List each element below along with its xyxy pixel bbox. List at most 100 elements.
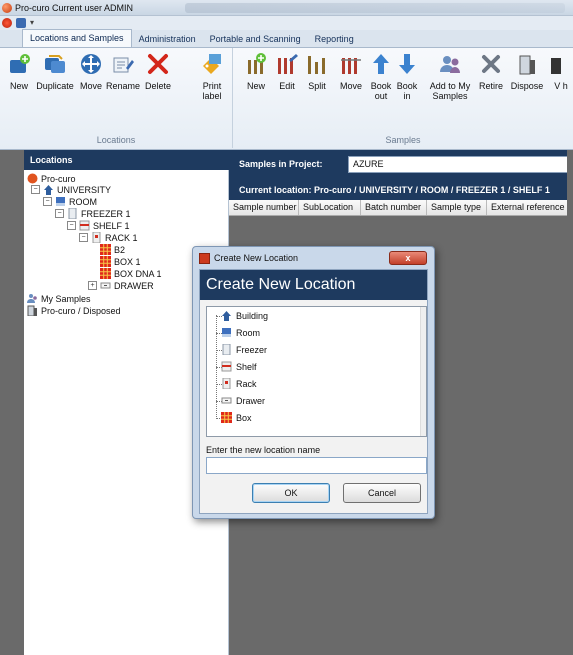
type-item-building[interactable]: Building xyxy=(221,310,268,321)
dialog-body: Create New Location Building Room Freeze… xyxy=(199,269,428,514)
type-item-shelf[interactable]: Shelf xyxy=(221,361,257,372)
edit-sample-icon xyxy=(275,52,299,76)
new-sample-button[interactable]: New xyxy=(244,52,268,91)
duplicate-button[interactable]: Duplicate xyxy=(34,52,76,91)
book-out-button[interactable]: Book out xyxy=(369,52,393,101)
my-samples-icon xyxy=(27,293,38,304)
location-name-input[interactable] xyxy=(206,457,427,474)
ribbon-group-locations: New Duplicate Move Rename Delete Print l… xyxy=(0,48,233,148)
tree-item-b2[interactable]: B2 xyxy=(100,244,125,255)
tree-expander[interactable]: − xyxy=(55,209,64,218)
tab-administration[interactable]: Administration xyxy=(132,31,203,47)
retire-button[interactable]: Retire xyxy=(477,52,505,91)
column-batch-number[interactable]: Batch number xyxy=(361,200,427,215)
print-label-button[interactable]: Print label xyxy=(198,52,226,101)
tree-expander[interactable]: − xyxy=(43,197,52,206)
column-sample-type[interactable]: Sample type xyxy=(427,200,487,215)
app-menu-icon[interactable] xyxy=(2,18,12,28)
book-out-icon xyxy=(369,52,393,76)
tree-item-box-dna-1[interactable]: BOX DNA 1 xyxy=(100,268,162,279)
new-location-button[interactable]: New xyxy=(6,52,32,91)
customize-dropdown-icon[interactable]: ▾ xyxy=(30,18,38,28)
ribbon-group-samples: New Edit Split Move Book out Book in Add… xyxy=(233,48,573,148)
project-select[interactable]: AZURE xyxy=(348,156,573,173)
add-to-my-samples-button[interactable]: Add to My Samples xyxy=(428,52,472,101)
delete-icon xyxy=(146,52,170,76)
book-in-icon xyxy=(395,52,419,76)
split-button[interactable]: Split xyxy=(305,52,329,91)
column-sample-number[interactable]: Sample number xyxy=(229,200,299,215)
column-sublocation[interactable]: SubLocation xyxy=(299,200,361,215)
tree-item-disposed[interactable]: Pro-curo / Disposed xyxy=(27,305,121,316)
tree-expander[interactable]: − xyxy=(31,185,40,194)
building-icon xyxy=(43,184,54,195)
ok-button[interactable]: OK xyxy=(252,483,330,503)
rack-icon xyxy=(221,378,232,389)
locations-panel-header: Locations xyxy=(24,150,229,170)
tree-item-freezer-1[interactable]: − FREEZER 1 xyxy=(55,208,131,219)
freezer-icon xyxy=(67,208,78,219)
tab-portable-and-scanning[interactable]: Portable and Scanning xyxy=(203,31,308,47)
tree-item-shelf-1[interactable]: − SHELF 1 xyxy=(67,220,130,231)
tree-item-rack-1[interactable]: − RACK 1 xyxy=(79,232,138,243)
current-location: Current location: Pro-curo / UNIVERSITY … xyxy=(229,180,573,200)
move-sample-button[interactable]: Move xyxy=(337,52,365,91)
samples-grid-header: Sample number SubLocation Batch number S… xyxy=(229,200,573,216)
more-button[interactable]: V h xyxy=(551,52,571,91)
dialog-window-title: Create New Location xyxy=(214,253,299,263)
cancel-button[interactable]: Cancel xyxy=(343,483,421,503)
dispose-icon xyxy=(515,52,539,76)
left-background xyxy=(0,150,24,655)
move-location-button[interactable]: Move xyxy=(78,52,104,91)
tree-item-pro-curo[interactable]: Pro-curo xyxy=(27,173,76,184)
building-icon xyxy=(221,310,232,321)
move-sample-icon xyxy=(339,52,363,76)
type-list-scrollbar[interactable] xyxy=(420,307,426,436)
box-icon xyxy=(100,268,111,279)
tree-item-my-samples[interactable]: My Samples xyxy=(27,293,91,304)
ribbon: New Duplicate Move Rename Delete Print l… xyxy=(0,48,573,150)
rename-icon xyxy=(111,52,135,76)
dialog-close-button[interactable]: x xyxy=(389,251,427,265)
new-sample-icon xyxy=(244,52,268,76)
book-in-button[interactable]: Book in xyxy=(395,52,419,101)
quick-access-toolbar: ▾ xyxy=(0,16,573,30)
dialog-app-icon xyxy=(199,252,210,264)
tab-locations-and-samples[interactable]: Locations and Samples xyxy=(22,29,132,47)
delete-button[interactable]: Delete xyxy=(142,52,174,91)
tree-item-room[interactable]: − ROOM xyxy=(43,196,97,207)
window-title: Pro-curo Current user ADMIN xyxy=(15,2,134,13)
tree-expander[interactable]: − xyxy=(67,221,76,230)
type-item-room[interactable]: Room xyxy=(221,327,260,338)
taskbar-blur xyxy=(185,3,565,13)
ribbon-tabs: Locations and Samples Administration Por… xyxy=(0,29,573,48)
move-icon xyxy=(79,52,103,76)
tree-item-box-1[interactable]: BOX 1 xyxy=(100,256,141,267)
tree-expander[interactable]: − xyxy=(79,233,88,242)
dialog-banner: Create New Location xyxy=(200,270,427,300)
shelf-icon xyxy=(79,220,90,231)
column-external-reference[interactable]: External reference xyxy=(487,200,573,215)
tab-reporting[interactable]: Reporting xyxy=(308,31,361,47)
type-item-box[interactable]: Box xyxy=(221,412,252,423)
retire-icon xyxy=(479,52,503,76)
tree-expander[interactable]: + xyxy=(88,281,97,290)
split-icon xyxy=(305,52,329,76)
tree-item-drawer[interactable]: + DRAWER xyxy=(88,280,154,291)
dispose-button[interactable]: Dispose xyxy=(509,52,545,91)
ribbon-group-label-samples: Samples xyxy=(385,135,421,145)
rename-button[interactable]: Rename xyxy=(105,52,141,91)
project-row: Samples in Project: AZURE xyxy=(229,150,573,180)
location-type-list[interactable]: Building Room Freezer Shelf Rack Drawer xyxy=(206,306,427,437)
ribbon-group-label-locations: Locations xyxy=(96,135,136,145)
procuro-icon xyxy=(27,173,38,184)
tree-item-university[interactable]: − UNIVERSITY xyxy=(31,184,111,195)
box-icon xyxy=(221,412,232,423)
type-item-rack[interactable]: Rack xyxy=(221,378,257,389)
type-item-drawer[interactable]: Drawer xyxy=(221,395,265,406)
type-item-freezer[interactable]: Freezer xyxy=(221,344,267,355)
edit-sample-button[interactable]: Edit xyxy=(275,52,299,91)
save-icon[interactable] xyxy=(16,18,26,28)
location-name-label: Enter the new location name xyxy=(206,445,321,455)
disposed-icon xyxy=(27,305,38,316)
